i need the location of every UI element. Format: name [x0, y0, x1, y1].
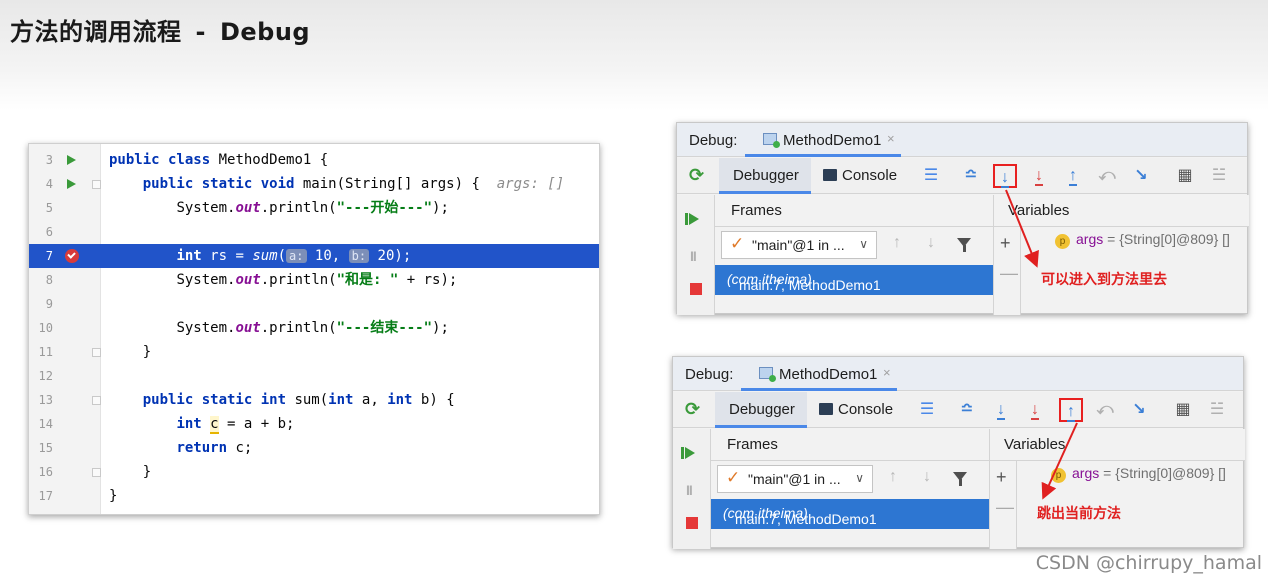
- annotation-arrows: [1005, 189, 1078, 500]
- watermark: CSDN @chirrupy_hamal: [1035, 552, 1262, 574]
- arrow-step-out: [1041, 422, 1078, 500]
- arrow-step-into: [1005, 189, 1039, 268]
